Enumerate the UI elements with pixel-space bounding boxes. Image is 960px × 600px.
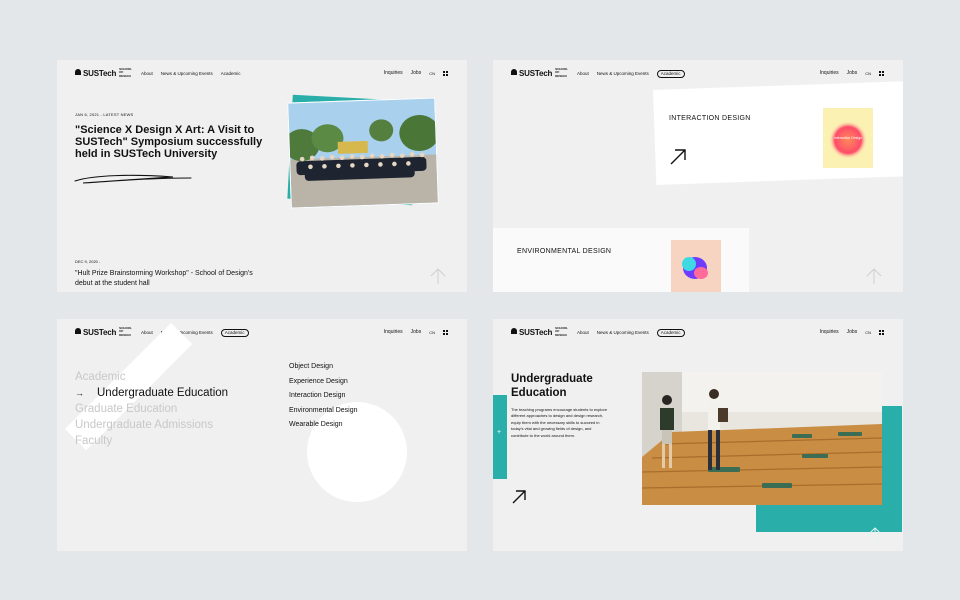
nav-link-news[interactable]: News & Upcoming Events <box>597 71 649 78</box>
nav-link-inquiries[interactable]: Inquiries <box>384 70 403 76</box>
submenu-item-experience-design[interactable]: Experience Design <box>289 375 357 390</box>
logo[interactable]: SUSTech SCHOOL OF DESIGN <box>511 326 571 337</box>
news-meta: JAN 6, 2021 - LATEST NEWS <box>75 112 134 117</box>
top-nav: SUSTech SCHOOL OF DESIGN About News & Up… <box>493 319 903 345</box>
nav-right: Inquiries Jobs CN <box>820 70 884 76</box>
news-title-2[interactable]: "Hult Prize Brainstorming Workshop" - Sc… <box>75 269 265 289</box>
nav-link-inquiries[interactable]: Inquiries <box>384 329 403 335</box>
logo[interactable]: SUSTech SCHOOL OF DESIGN <box>75 67 135 78</box>
academic-menu: Academic → Undergraduate Education Gradu… <box>75 369 228 449</box>
top-nav: SUSTech SCHOOL OF DESIGN About News & Up… <box>57 60 467 86</box>
submenu-item-wearable-design[interactable]: Wearable Design <box>289 418 357 433</box>
environmental-design-thumbnail <box>671 240 721 292</box>
academic-menu-screen: SUSTech SCHOOL OF DESIGN About News & Up… <box>57 319 467 551</box>
programs-screen: SUSTech SCHOOL OF DESIGN About News & Up… <box>493 60 903 292</box>
news-photo[interactable] <box>287 97 439 209</box>
torch-icon <box>75 69 81 76</box>
submenu-item-interaction-design[interactable]: Interaction Design <box>289 389 357 404</box>
card-label: ENVIRONMENTAL DESIGN <box>517 248 612 255</box>
nav-link-inquiries[interactable]: Inquiries <box>820 329 839 335</box>
logo-text: SUSTech <box>519 327 553 337</box>
hero-photo <box>642 372 882 505</box>
menu-item-undergraduate-education[interactable]: → Undergraduate Education <box>75 385 228 401</box>
plus-icon[interactable]: + <box>497 429 501 436</box>
thumb-caption: Interaction Design <box>834 136 862 140</box>
logo-text: SUSTech <box>519 68 553 78</box>
arrow-right-icon: → <box>75 388 84 398</box>
nav-link-jobs[interactable]: Jobs <box>847 70 858 76</box>
menu-item-undergraduate-admissions[interactable]: Undergraduate Admissions <box>75 417 228 433</box>
nav-link-about[interactable]: About <box>577 330 589 337</box>
nav-right: Inquiries Jobs CN <box>820 329 884 335</box>
nav-link-news[interactable]: News & Upcoming Events <box>161 71 213 76</box>
arrow-up-icon[interactable] <box>865 267 883 285</box>
nav-link-about[interactable]: About <box>577 71 589 78</box>
grid-menu-icon[interactable] <box>443 329 448 335</box>
interaction-design-thumbnail: Interaction Design <box>823 108 873 168</box>
arrow-up-right-icon[interactable] <box>669 148 687 166</box>
nav-links: About News & Upcoming Events Academic <box>577 329 685 337</box>
accent-tab[interactable] <box>493 395 507 479</box>
nav-right: Inquiries Jobs CN <box>384 70 448 76</box>
language-switch[interactable]: CN <box>865 330 871 335</box>
page-title: Undergraduate Education <box>511 373 593 399</box>
grid-menu-icon[interactable] <box>879 329 884 335</box>
torch-icon <box>511 69 517 76</box>
nav-link-about[interactable]: About <box>141 330 153 337</box>
top-nav: SUSTech SCHOOL OF DESIGN About News & Up… <box>57 319 467 345</box>
nav-link-academic[interactable]: Academic <box>220 329 249 337</box>
torch-icon <box>75 328 81 335</box>
nav-links: About News & Upcoming Events Academic <box>577 70 685 78</box>
nav-link-about[interactable]: About <box>141 71 153 76</box>
news-title[interactable]: "Science X Design X Art: A Visit to SUST… <box>75 124 275 160</box>
arrow-up-icon[interactable] <box>866 526 884 544</box>
arrow-up-right-icon[interactable] <box>511 489 527 505</box>
language-switch[interactable]: CN <box>429 330 435 335</box>
nav-link-jobs[interactable]: Jobs <box>847 329 858 335</box>
nav-links: About News & Upcoming Events Academic <box>141 71 241 76</box>
menu-item-graduate-education[interactable]: Graduate Education <box>75 401 228 417</box>
nav-link-academic[interactable]: Academic <box>656 329 685 337</box>
logo-subtitle: SCHOOL OF DESIGN <box>119 67 132 78</box>
language-switch[interactable]: CN <box>865 71 871 76</box>
nav-link-news[interactable]: News & Upcoming Events <box>597 330 649 337</box>
card-label: INTERACTION DESIGN <box>669 115 751 122</box>
logo-subtitle: SCHOOL OF DESIGN <box>119 326 132 337</box>
logo-subtitle: SCHOOL OF DESIGN <box>555 67 568 78</box>
language-switch[interactable]: CN <box>429 71 435 76</box>
menu-item-academic[interactable]: Academic <box>75 369 228 385</box>
scribble-underline <box>74 174 192 184</box>
nav-link-academic[interactable]: Academic <box>656 70 685 78</box>
logo[interactable]: SUSTech SCHOOL OF DESIGN <box>511 67 571 78</box>
news-meta-2: DEC 9, 2020 - <box>75 259 101 264</box>
nav-right: Inquiries Jobs CN <box>384 329 448 335</box>
nav-link-jobs[interactable]: Jobs <box>411 70 422 76</box>
grid-menu-icon[interactable] <box>879 70 884 76</box>
news-screen: SUSTech SCHOOL OF DESIGN About News & Up… <box>57 60 467 292</box>
grid-menu-icon[interactable] <box>443 70 448 76</box>
submenu: Object Design Experience Design Interact… <box>289 360 357 433</box>
undergraduate-education-screen: SUSTech SCHOOL OF DESIGN About News & Up… <box>493 319 903 551</box>
page-description: The teaching programs encourage students… <box>511 407 608 438</box>
submenu-item-object-design[interactable]: Object Design <box>289 360 357 375</box>
logo-text: SUSTech <box>83 68 117 78</box>
nav-link-inquiries[interactable]: Inquiries <box>820 70 839 76</box>
nav-link-jobs[interactable]: Jobs <box>411 329 422 335</box>
torch-icon <box>511 328 517 335</box>
logo[interactable]: SUSTech SCHOOL OF DESIGN <box>75 326 135 337</box>
menu-item-faculty[interactable]: Faculty <box>75 433 228 449</box>
submenu-item-environmental-design[interactable]: Environmental Design <box>289 404 357 419</box>
top-nav: SUSTech SCHOOL OF DESIGN About News & Up… <box>493 60 903 86</box>
nav-link-academic[interactable]: Academic <box>221 71 241 76</box>
logo-text: SUSTech <box>83 327 117 337</box>
menu-item-label: Undergraduate Education <box>97 387 229 399</box>
arrow-up-icon[interactable] <box>429 267 447 285</box>
logo-subtitle: SCHOOL OF DESIGN <box>555 326 568 337</box>
